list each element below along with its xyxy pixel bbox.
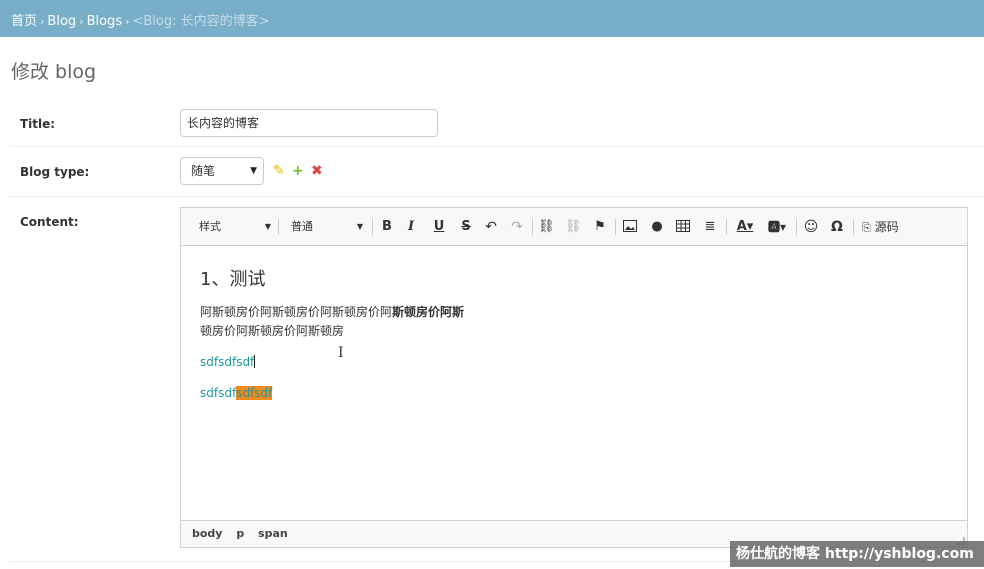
element-path-span[interactable]: span (258, 527, 288, 540)
form-row-title (10, 99, 984, 147)
strikethrough-button[interactable]: S (458, 218, 474, 236)
text-cursor-icon: I (338, 345, 344, 361)
source-code-icon: ⎘ (862, 221, 871, 234)
paragraph-text: 阿斯顿房价阿斯顿房价阿斯顿房价阿 (200, 305, 393, 319)
breadcrumb-separator: › (125, 15, 130, 28)
styles-combo[interactable]: 样式 ▼ (191, 218, 275, 236)
source-button-label: 源码 (874, 220, 899, 234)
underline-button[interactable]: U (431, 218, 447, 236)
toolbar-separator (796, 219, 797, 235)
anchor-flag-icon[interactable]: ⚑ (592, 218, 608, 236)
breadcrumb-separator: › (79, 15, 84, 28)
unlink-icon[interactable]: ⛓ (565, 218, 582, 236)
blog-type-label: Blog type: (20, 165, 90, 179)
blog-type-select[interactable]: 随笔 ▼ (180, 157, 264, 185)
teal-text: sdfsdf (200, 386, 237, 400)
watermark: 杨仕航的博客 http://yshblog.com (730, 541, 984, 567)
toolbar-separator (853, 219, 854, 235)
undo-icon[interactable]: ↶ (483, 218, 499, 236)
pencil-icon[interactable]: ✎ (273, 163, 285, 179)
page-title: 修改 blog (11, 61, 97, 83)
flash-icon[interactable]: ● (649, 218, 665, 236)
chevron-down-icon: ▼ (356, 222, 363, 231)
background-color-icon[interactable]: 🅰▾ (765, 218, 789, 236)
teal-text-line-highlighted: sdfsdfsdfsdf (200, 386, 273, 400)
breadcrumb-current: <Blog: 长内容的博客> (132, 14, 270, 29)
breadcrumb-model-link[interactable]: Blogs (87, 14, 123, 29)
toolbar-separator (278, 219, 279, 235)
title-input[interactable]: 长内容的博客 (180, 109, 438, 137)
format-combo[interactable]: 普通 ▼ (283, 218, 367, 236)
editor-content-area[interactable]: 1、测试 阿斯顿房价阿斯顿房价阿斯顿房价阿斯顿房价阿斯 顿房价阿斯顿房价阿斯顿房… (181, 247, 967, 521)
chevron-down-icon: ▼ (264, 222, 271, 231)
form-row-blog-type (10, 147, 984, 197)
delete-icon[interactable]: ✖ (311, 163, 323, 179)
breadcrumb-home-link[interactable]: 首页 (11, 14, 37, 29)
highlighted-text: sdfsdf (236, 386, 273, 400)
paragraph-bold-text: 斯顿房价阿斯 (392, 305, 465, 319)
paragraph-text-line2: 顿房价阿斯顿房价阿斯顿房 (200, 324, 345, 338)
toolbar-separator (372, 219, 373, 235)
plus-icon[interactable]: + (292, 163, 304, 179)
image-icon[interactable] (622, 218, 638, 236)
breadcrumb-separator: › (40, 15, 45, 28)
text-color-icon[interactable]: A▾ (733, 218, 757, 236)
styles-combo-label: 样式 (199, 220, 221, 233)
element-path-p[interactable]: p (236, 527, 244, 540)
blog-type-selected-value: 随笔 (191, 164, 216, 178)
teal-text-line: sdfsdfsdf (200, 355, 256, 369)
chevron-down-icon: ▼ (250, 166, 257, 176)
teal-text: sdfsdfsdf (200, 355, 255, 369)
link-icon[interactable]: ⛓ (538, 218, 555, 236)
element-path-body[interactable]: body (192, 527, 222, 540)
bold-button[interactable]: B (379, 218, 395, 236)
editor-toolbar: 样式 ▼ 普通 ▼ B I U S ↶ ↷ ⛓ ⛓ ⚑ ● ≣ A▾ 🅰▾ ☺ … (181, 208, 967, 246)
redo-icon[interactable]: ↷ (509, 218, 525, 236)
toolbar-separator (615, 219, 616, 235)
content-heading: 1、测试 (200, 269, 266, 290)
format-combo-label: 普通 (291, 220, 313, 233)
toolbar-separator (726, 219, 727, 235)
table-icon[interactable] (675, 218, 691, 236)
toolbar-separator (532, 219, 533, 235)
text-caret (254, 355, 256, 368)
rich-text-editor: 样式 ▼ 普通 ▼ B I U S ↶ ↷ ⛓ ⛓ ⚑ ● ≣ A▾ 🅰▾ ☺ … (180, 207, 968, 548)
italic-button[interactable]: I (403, 218, 419, 236)
smiley-icon[interactable]: ☺ (803, 218, 819, 236)
content-label: Content: (20, 215, 79, 229)
source-button[interactable]: ⎘ 源码 (862, 218, 906, 236)
breadcrumb-app-link[interactable]: Blog (47, 14, 76, 29)
breadcrumb: 首页 › Blog › Blogs › <Blog: 长内容的博客> (0, 0, 984, 37)
title-label: Title: (20, 117, 56, 131)
content-paragraph: 阿斯顿房价阿斯顿房价阿斯顿房价阿斯顿房价阿斯 顿房价阿斯顿房价阿斯顿房 (200, 303, 464, 341)
special-char-icon[interactable]: Ω (829, 218, 845, 236)
horizontal-rule-icon[interactable]: ≣ (702, 218, 718, 236)
